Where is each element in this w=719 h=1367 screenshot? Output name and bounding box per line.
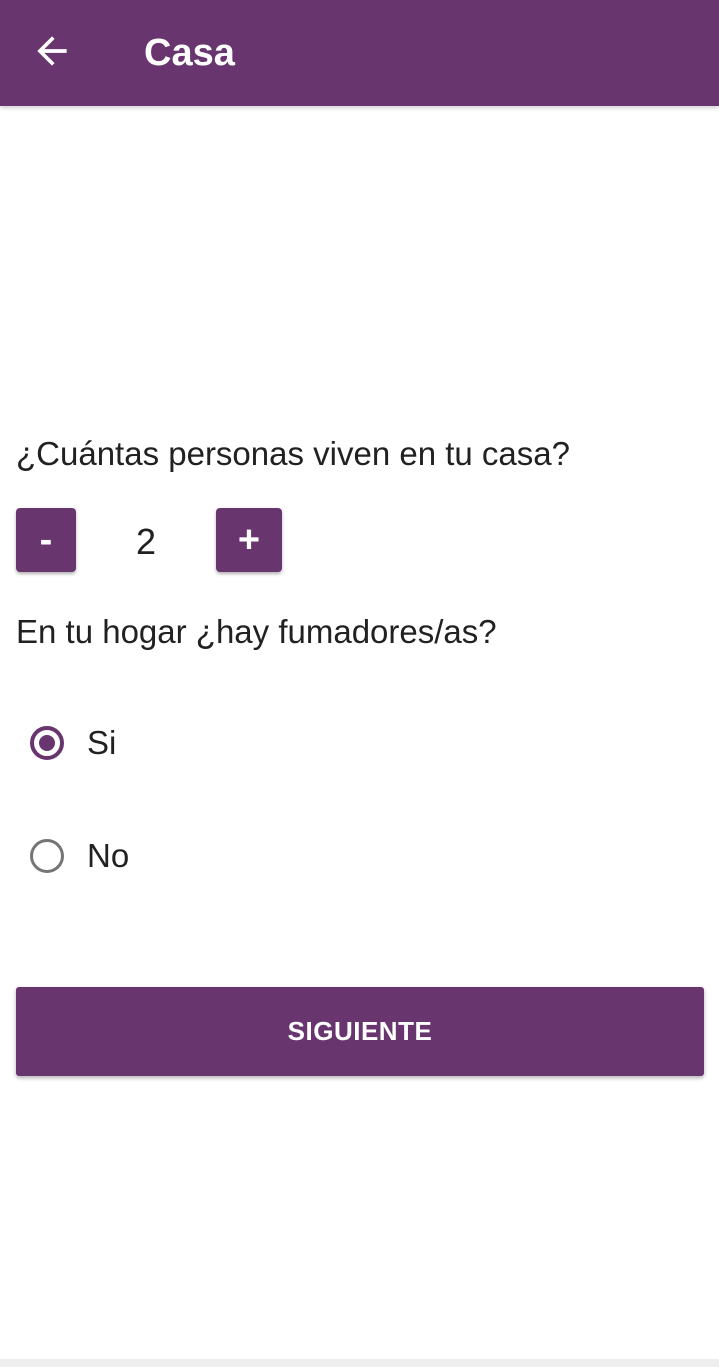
increment-button[interactable]: +: [216, 508, 282, 572]
radio-unchecked-icon[interactable]: [30, 839, 64, 873]
radio-checked-icon[interactable]: [30, 726, 64, 760]
people-question: ¿Cuántas personas viven en tu casa?: [16, 435, 570, 472]
radio-option-no[interactable]: No: [30, 831, 129, 881]
screen: Casa ¿Cuántas personas viven en tu casa?…: [0, 0, 719, 1367]
smokers-question: En tu hogar ¿hay fumadores/as?: [16, 613, 497, 650]
decrement-button[interactable]: -: [16, 508, 76, 572]
people-count: 2: [135, 521, 157, 562]
radio-option-si[interactable]: Si: [30, 718, 116, 768]
app-title: Casa: [144, 32, 235, 74]
bottom-divider: [0, 1359, 719, 1367]
radio-label-no: No: [87, 837, 130, 874]
radio-label-si: Si: [87, 724, 117, 761]
app-bar: Casa: [0, 0, 719, 106]
next-button[interactable]: SIGUIENTE: [16, 987, 704, 1076]
arrow-left-icon[interactable]: [30, 29, 74, 73]
